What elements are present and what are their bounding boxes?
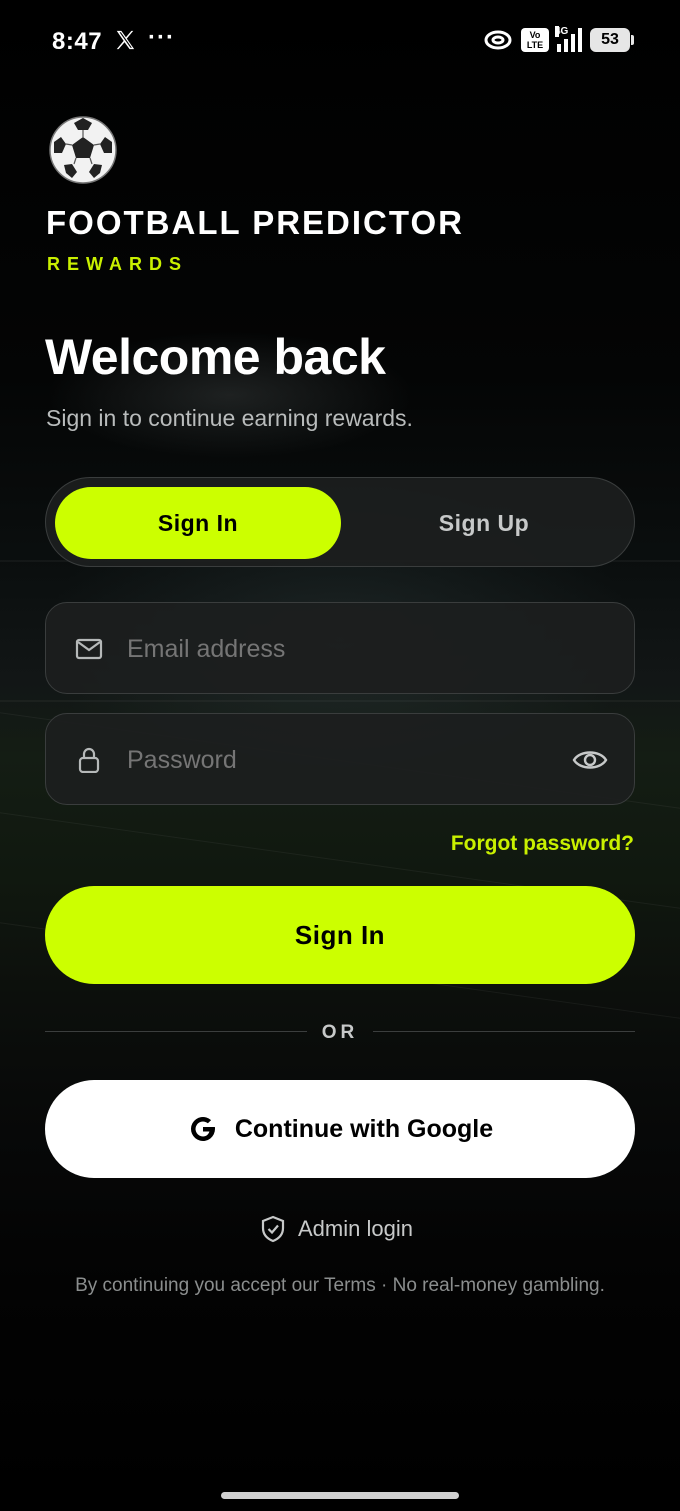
status-time: 8:47 — [52, 28, 103, 55]
auth-tabs: Sign In Sign Up — [45, 477, 635, 567]
admin-login-label: Admin login — [298, 1216, 413, 1241]
mail-icon — [75, 638, 103, 660]
password-field[interactable] — [45, 713, 635, 805]
email-input[interactable] — [127, 635, 547, 664]
soccer-ball-icon — [49, 116, 117, 184]
signal-icon: 4G — [555, 26, 582, 52]
home-indicator[interactable] — [221, 1492, 459, 1499]
google-icon — [190, 1116, 215, 1141]
email-field[interactable] — [45, 602, 635, 694]
lock-icon — [78, 747, 100, 773]
google-sign-in-button[interactable]: Continue with Google — [45, 1080, 635, 1178]
link-icon — [484, 30, 512, 50]
sign-in-button[interactable]: Sign In — [45, 886, 635, 984]
page-title: Welcome back — [45, 329, 386, 385]
divider-label: OR — [321, 1022, 359, 1043]
volte-badge: Vo LTE — [521, 28, 549, 52]
page-subtitle: Sign in to continue earning rewards. — [46, 405, 413, 431]
shield-check-icon — [261, 1215, 285, 1243]
status-bar: 8:47 ··· Vo LTE 4G 53 — [0, 0, 680, 84]
battery-icon: 53 — [590, 28, 634, 52]
forgot-password-link[interactable]: Forgot password? — [451, 832, 634, 856]
tab-sign-up[interactable]: Sign Up — [341, 487, 627, 559]
more-notifications-icon: ··· — [148, 24, 175, 51]
terms-text: By continuing you accept our Terms · No … — [75, 1275, 605, 1296]
brand-subtitle: REWARDS — [47, 254, 189, 274]
x-logo-icon — [116, 30, 135, 50]
admin-login-link[interactable]: Admin login — [260, 1215, 413, 1243]
divider-left — [45, 1031, 307, 1032]
divider-right — [373, 1031, 635, 1032]
network-type: 4G — [555, 26, 569, 37]
password-input[interactable] — [127, 746, 547, 775]
google-button-label: Continue with Google — [234, 1114, 494, 1143]
brand-title: FOOTBALL PREDICTOR — [46, 204, 464, 241]
eye-icon[interactable] — [572, 746, 608, 774]
tab-sign-in[interactable]: Sign In — [55, 487, 341, 559]
